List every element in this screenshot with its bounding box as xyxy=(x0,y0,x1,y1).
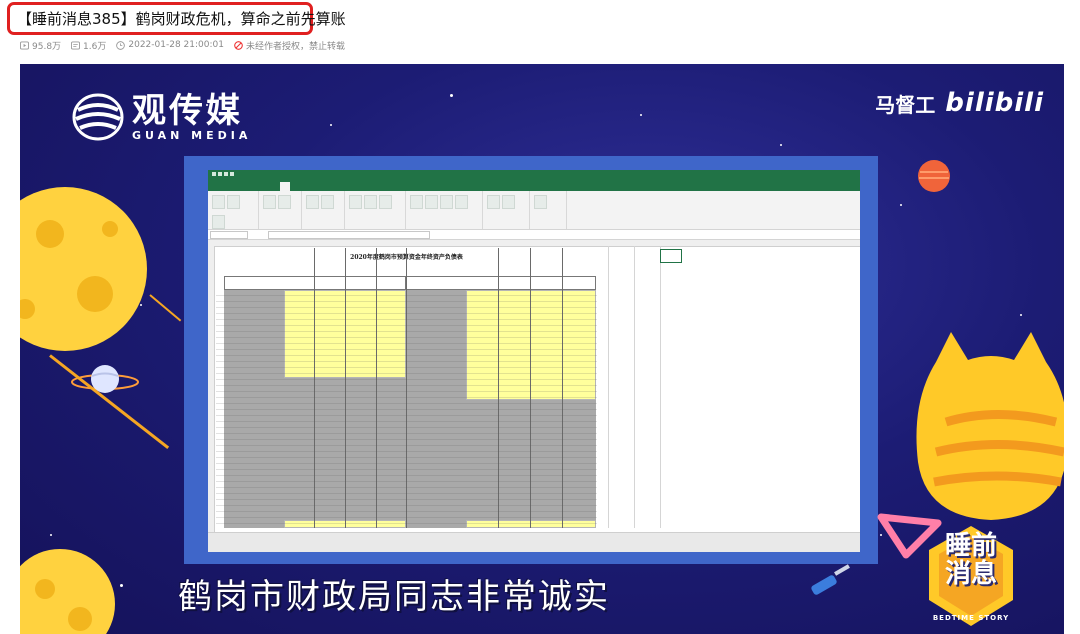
video-meta: 95.8万 1.6万 2022-01-28 21:00:01 未经作者授权，禁止… xyxy=(20,38,355,52)
clock-icon xyxy=(116,40,126,50)
badge-subtitle: BEDTIME STORY xyxy=(932,614,1010,622)
row-headers xyxy=(208,246,215,533)
logo-en: GUAN MEDIA xyxy=(132,128,252,142)
video-player[interactable]: 观传媒 GUAN MEDIA 马督工 bilibili 睡前 消息 BEDTIM… xyxy=(20,64,1064,634)
sheet-tabs xyxy=(208,532,860,552)
excel-ribbon xyxy=(208,191,860,230)
ribbon-group xyxy=(345,191,406,229)
right-label-col xyxy=(406,290,466,528)
sheet-title: 2020年度鹤岗市预算资金年终资产负债表 xyxy=(216,252,597,261)
no-reprint-icon xyxy=(234,40,243,50)
moon-illustration xyxy=(20,187,147,351)
publish-time: 2022-01-28 21:00:01 xyxy=(116,40,224,50)
screen-frame: 2020年度鹤岗市预算资金年终资产负债表 xyxy=(184,156,878,564)
badge-line-1: 睡前 xyxy=(944,531,997,561)
excel-titlebar xyxy=(208,170,860,182)
copyright-notice: 未经作者授权，禁止转载 xyxy=(234,39,345,52)
bedtime-story-badge: 睡前 消息 BEDTIME STORY xyxy=(923,522,1019,632)
orange-planet-illustration xyxy=(918,160,950,192)
play-count-icon xyxy=(20,40,29,50)
uploader-name: 马督工 xyxy=(875,92,936,117)
ribbon-tab[interactable] xyxy=(210,182,220,191)
balance-sheet: 2020年度鹤岗市预算资金年终资产负债表 xyxy=(216,248,597,528)
moon-bottom-illustration xyxy=(20,549,115,634)
ribbon-group xyxy=(208,191,259,229)
ribbon-tab-active[interactable] xyxy=(280,182,290,191)
ribbon-group xyxy=(259,191,302,229)
ribbon-group xyxy=(302,191,345,229)
ribbon-tab[interactable] xyxy=(230,182,240,191)
ribbon-group xyxy=(530,191,567,229)
ribbon-group xyxy=(406,191,483,229)
uploader-watermark: 马督工 bilibili xyxy=(875,88,1044,118)
right-header xyxy=(406,276,596,290)
left-label-col xyxy=(224,290,284,528)
right-values xyxy=(466,290,596,400)
ribbon-tab[interactable] xyxy=(260,182,270,191)
view-count: 95.8万 xyxy=(20,39,61,52)
bilibili-logo: bilibili xyxy=(945,88,1044,118)
right-total xyxy=(466,520,596,528)
danmaku-icon xyxy=(71,40,81,50)
ribbon-tab[interactable] xyxy=(250,182,260,191)
cat-mascot-illustration xyxy=(916,332,1064,520)
logo-cn: 观传媒 xyxy=(132,90,243,131)
ribbon-tab[interactable] xyxy=(270,182,280,191)
formula-input[interactable] xyxy=(268,230,430,239)
guan-media-logo: 观传媒 GUAN MEDIA xyxy=(72,92,251,142)
ribbon-tab[interactable] xyxy=(300,182,310,191)
danmaku-count: 1.6万 xyxy=(71,39,106,52)
right-empty xyxy=(466,400,596,520)
excel-ribbon-tabs xyxy=(208,182,860,191)
title-highlight-box: 【睡前消息385】鹤岗财政危机，算命之前先算账 xyxy=(7,2,346,35)
quick-access-toolbar xyxy=(212,172,236,178)
badge-line-2: 消息 xyxy=(944,559,997,589)
screwdriver-illustration xyxy=(811,564,850,595)
guan-media-emblem xyxy=(72,93,124,141)
left-header xyxy=(224,276,406,290)
formula-bar[interactable] xyxy=(208,230,860,240)
ribbon-tab[interactable] xyxy=(220,182,230,191)
worksheet-grid[interactable]: 2020年度鹤岗市预算资金年终资产负债表 xyxy=(208,246,860,533)
video-title[interactable]: 【睡前消息385】鹤岗财政危机，算命之前先算账 xyxy=(17,8,346,29)
excel-window: 2020年度鹤岗市预算资金年终资产负债表 xyxy=(208,170,860,552)
ribbon-tab[interactable] xyxy=(290,182,300,191)
ribbon-tab[interactable] xyxy=(240,182,250,191)
video-subtitle: 鹤岗市财政局同志非常诚实 xyxy=(178,577,610,617)
ribbon-group xyxy=(483,191,530,229)
selected-cell[interactable] xyxy=(660,249,682,263)
